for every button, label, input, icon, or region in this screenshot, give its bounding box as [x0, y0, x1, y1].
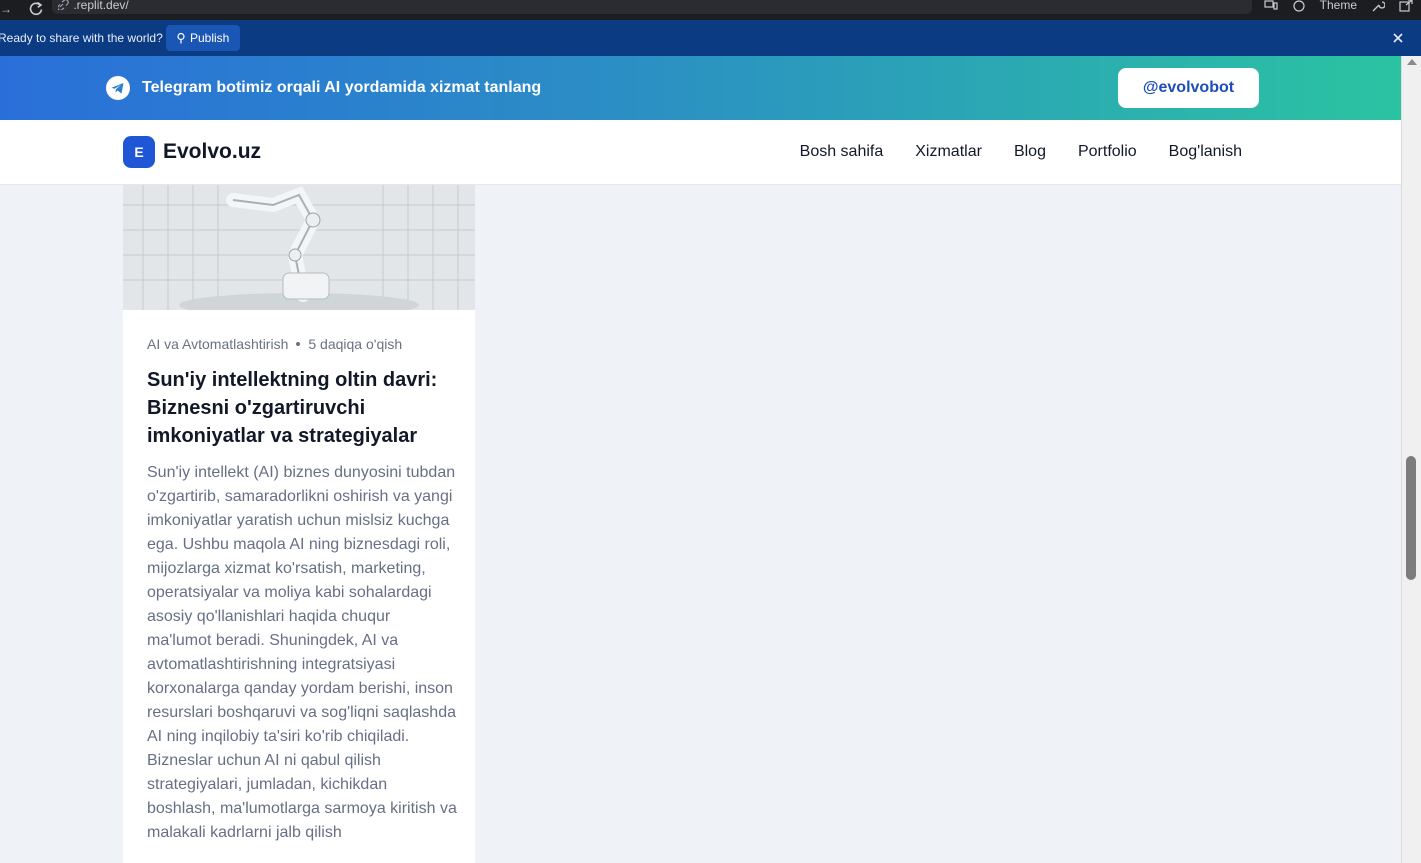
article-read-time: 5 daqiqa o'qish [308, 336, 403, 352]
page-viewport: Telegram botimiz orqali AI yordamida xiz… [0, 56, 1401, 863]
forward-arrow-icon[interactable]: → [0, 2, 14, 16]
nav-bosh-sahifa[interactable]: Bosh sahifa [800, 143, 884, 161]
scrollbar-thumb[interactable] [1406, 456, 1416, 580]
article-category[interactable]: AI va Avtomatlashtirish [147, 336, 288, 352]
article-meta: AI va Avtomatlashtirish 5 daqiqa o'qish [147, 336, 402, 352]
reload-icon[interactable] [28, 1, 44, 17]
logo-text[interactable]: Evolvo.uz [163, 140, 261, 164]
blog-card[interactable]: AI va Avtomatlashtirish 5 daqiqa o'qish … [123, 185, 475, 863]
address-bar[interactable]: .replit.dev/ [52, 0, 1252, 14]
telegram-banner: Telegram botimiz orqali AI yordamida xiz… [0, 56, 1401, 120]
nav-boglanish[interactable]: Bog'lanish [1169, 143, 1242, 161]
close-icon[interactable] [1390, 30, 1406, 46]
publish-label: Publish [190, 31, 230, 45]
url-text: .replit.dev/ [73, 0, 129, 12]
external-link-icon[interactable] [1399, 0, 1413, 12]
article-cover-image[interactable] [123, 185, 475, 310]
devices-icon[interactable] [1264, 0, 1278, 12]
link-icon [58, 0, 69, 10]
page-scrollbar[interactable] [1401, 56, 1421, 863]
browser-toolbar: → .replit.dev/ Theme [0, 0, 1421, 20]
nav-xizmatlar[interactable]: Xizmatlar [915, 143, 982, 161]
wrench-icon[interactable] [1371, 0, 1385, 12]
telegram-bot-button[interactable]: @evolvobot [1118, 68, 1259, 108]
article-excerpt: Sun'iy intellekt (AI) biznes dunyosini t… [147, 464, 457, 841]
meta-separator-dot [296, 342, 301, 346]
main-nav: Bosh sahifa Xizmatlar Blog Portfolio Bog… [800, 143, 1242, 161]
browser-tools: Theme [1264, 0, 1413, 14]
pin-icon [177, 32, 185, 44]
publish-message: Ready to share with the world? [0, 31, 163, 45]
nav-blog[interactable]: Blog [1014, 143, 1046, 161]
theme-label[interactable]: Theme [1320, 0, 1357, 11]
telegram-icon [106, 76, 130, 100]
telegram-banner-text: Telegram botimiz orqali AI yordamida xiz… [142, 79, 542, 96]
nav-portfolio[interactable]: Portfolio [1078, 143, 1137, 161]
publish-bar: Ready to share with the world? Publish [0, 20, 1421, 56]
site-header: E Evolvo.uz Bosh sahifa Xizmatlar Blog P… [0, 120, 1401, 185]
publish-button[interactable]: Publish [166, 25, 240, 51]
logo-mark[interactable]: E [123, 136, 155, 168]
scroll-up-arrow-icon[interactable] [1407, 59, 1417, 65]
palette-icon[interactable] [1292, 0, 1306, 12]
article-title[interactable]: Sun'iy intellektning oltin davri: Biznes… [147, 366, 457, 450]
